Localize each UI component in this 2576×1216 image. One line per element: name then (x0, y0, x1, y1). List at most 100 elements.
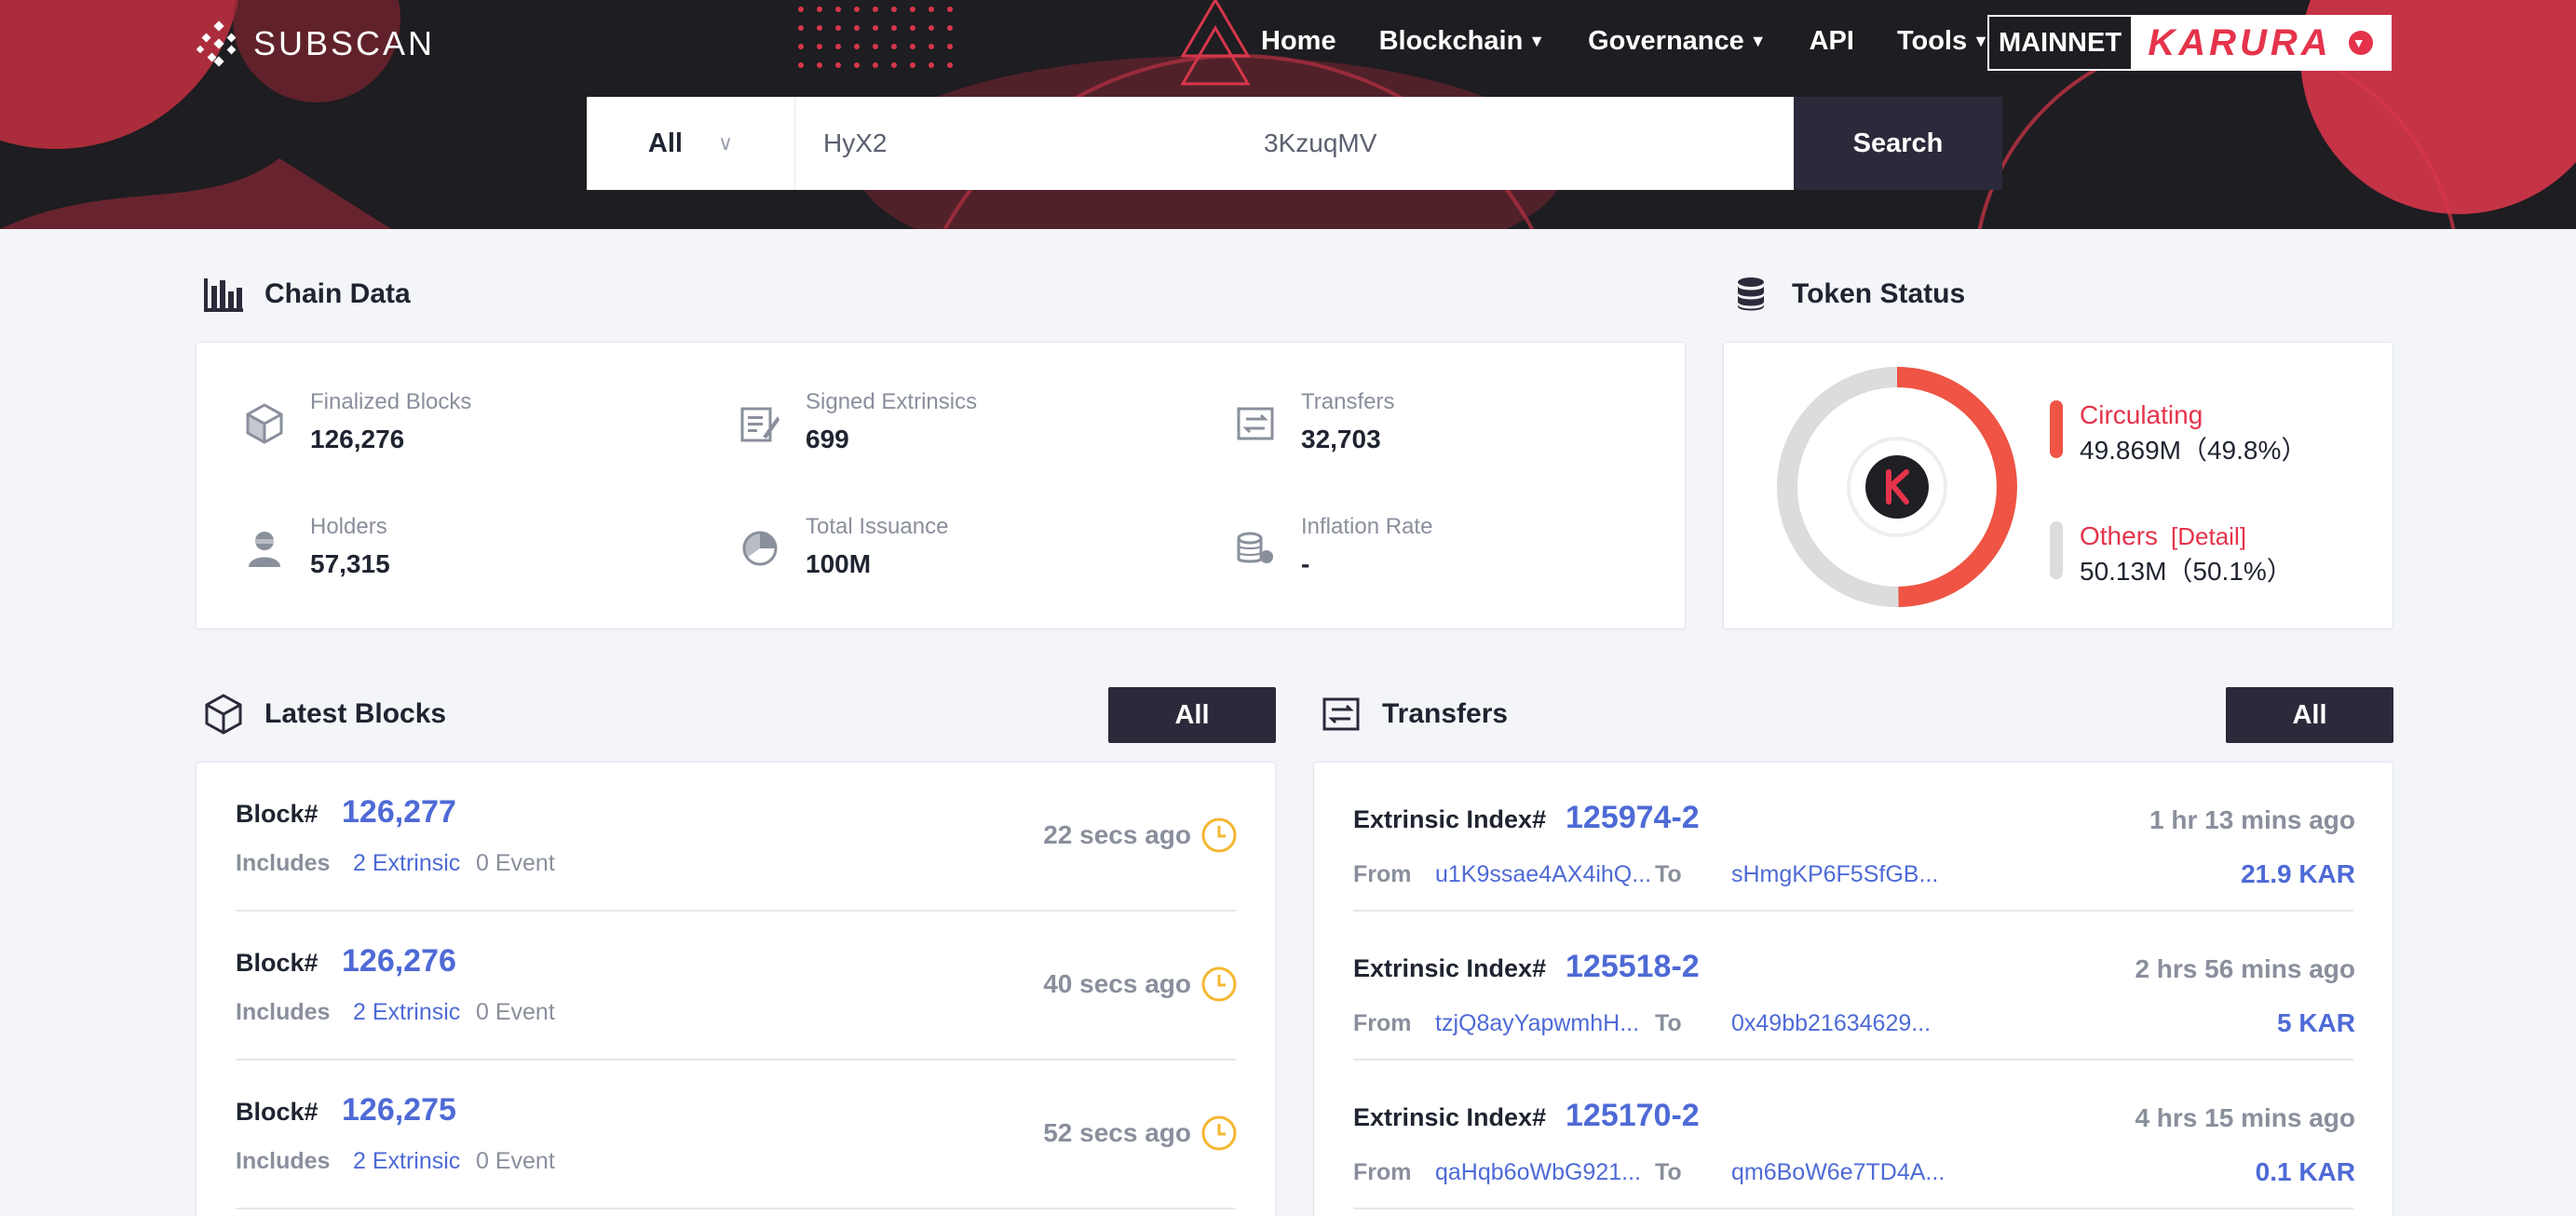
from-label: From (1353, 1159, 1412, 1185)
block-label: Block# (236, 1098, 319, 1126)
extrinsic-index-label: Extrinsic Index# (1353, 1103, 1547, 1131)
to-address-link[interactable]: qm6BoW6e7TD4A... (1731, 1159, 1945, 1186)
block-row[interactable]: Block# 126,277 Includes 2 Extrinsic 0 Ev… (197, 763, 1275, 912)
legend-others-swatch (2050, 521, 2063, 579)
extrinsic-index-link[interactable]: 125518-2 (1566, 949, 1700, 985)
user-icon (243, 527, 286, 570)
legend-circulating-swatch (2050, 400, 2063, 458)
legend-circulating-label: Circulating (2080, 400, 2203, 429)
from-address-link[interactable]: tzjQ8ayYapwmhH... (1435, 1010, 1639, 1037)
logo-text: SUBSCAN (253, 24, 436, 62)
chain-data-title-text: Chain Data (264, 278, 411, 309)
stat-holders: Holders 57,315 (243, 514, 390, 579)
subscan-logo[interactable]: SUBSCAN (196, 20, 435, 67)
transfer-row[interactable]: Extrinsic Index# 125170-2 4 hrs 15 mins … (1314, 1061, 2393, 1209)
transfer-time-ago: 4 hrs 15 mins ago (2135, 1103, 2355, 1132)
transfer-amount: 21.9 KAR (2241, 859, 2355, 888)
block-number-link[interactable]: 126,277 (342, 794, 456, 831)
search-filter-select[interactable]: All ∨ (587, 97, 795, 190)
search-bar: All ∨ Search (587, 97, 2002, 190)
stat-value[interactable]: 57,315 (310, 549, 390, 579)
stat-finalized-blocks: Finalized Blocks 126,276 (243, 389, 471, 454)
nav-governance[interactable]: Governance ▼ (1588, 26, 1766, 57)
extrinsic-index-link[interactable]: 125974-2 (1566, 800, 1700, 836)
legend-others-value: 50.13M（50.1%） (2080, 557, 2293, 586)
extrinsic-index-link[interactable]: 125170-2 (1566, 1098, 1700, 1134)
stat-label: Finalized Blocks (310, 389, 472, 414)
transfers-title-text: Transfers (1382, 698, 1509, 729)
transfer-icon (1321, 694, 1362, 735)
block-number-link[interactable]: 126,276 (342, 943, 456, 980)
transfer-row[interactable]: Extrinsic Index# 125974-2 1 hr 13 mins a… (1314, 763, 2393, 912)
clock-icon (1201, 966, 1237, 1002)
transfer-amount: 5 KAR (2276, 1008, 2355, 1037)
legend-others-label: Others (2080, 521, 2159, 550)
stat-label: Total Issuance (806, 514, 949, 539)
main-nav: Home Blockchain ▼ Governance ▼ API Tools ▼ (1261, 26, 2032, 57)
includes-label: Includes (236, 999, 331, 1025)
legend-others: Others [Detail] 50.13M（50.1%） (2050, 521, 2293, 588)
transfer-amount: 0.1 KAR (2255, 1157, 2355, 1186)
transfers-all-button[interactable]: All (2226, 687, 2393, 743)
nav-api[interactable]: API (1810, 26, 1854, 57)
cube-outline-icon (203, 694, 244, 735)
dropdown-icon[interactable]: ▼ (2348, 31, 2373, 55)
extrinsic-index-label: Extrinsic Index# (1353, 805, 1547, 833)
to-address-link[interactable]: 0x49bb21634629... (1731, 1010, 1931, 1037)
token-donut-chart[interactable] (1767, 357, 2027, 617)
row-divider (236, 1208, 1236, 1209)
nav-tools-label: Tools (1896, 26, 1968, 56)
stat-label: Signed Extrinsics (806, 389, 978, 414)
event-count: 0 Event (476, 1148, 555, 1174)
block-number-link[interactable]: 126,275 (342, 1092, 456, 1128)
transfer-row[interactable]: Extrinsic Index# 125518-2 2 hrs 56 mins … (1314, 912, 2393, 1061)
extrinsic-link[interactable]: 2 Extrinsic (353, 850, 460, 877)
transfer-time-ago: 2 hrs 56 mins ago (2135, 954, 2355, 983)
database-icon (1730, 274, 1771, 315)
row-divider (1353, 1208, 2353, 1209)
search-button[interactable]: Search (1794, 97, 2002, 190)
pie-icon (739, 527, 781, 570)
from-label: From (1353, 861, 1412, 887)
stat-value[interactable]: 126,276 (310, 425, 471, 454)
stat-value[interactable]: 32,703 (1301, 425, 1394, 454)
from-address-link[interactable]: u1K9ssae4AX4ihQ... (1435, 861, 1651, 888)
event-count: 0 Event (476, 850, 555, 876)
nav-tools[interactable]: Tools ▼ (1897, 26, 1989, 57)
from-address-link[interactable]: qaHqb6oWbG921... (1435, 1159, 1641, 1186)
search-input[interactable] (795, 97, 1794, 190)
legend-circulating-value: 49.869M（49.8%） (2080, 436, 2308, 465)
stat-value[interactable]: 699 (806, 425, 977, 454)
token-status-title-text: Token Status (1792, 278, 1966, 309)
transfers-title: Transfers (1321, 694, 1508, 735)
extrinsic-link[interactable]: 2 Extrinsic (353, 1148, 460, 1175)
chain-data-title: Chain Data (203, 274, 411, 315)
network-label: MAINNET (1989, 17, 2131, 69)
network-brand: KARURA ▼ (2131, 17, 2390, 69)
coins-icon (1234, 527, 1277, 570)
network-brand-text: KARURA (2148, 21, 2332, 63)
cube-icon (243, 402, 286, 445)
includes-label: Includes (236, 1148, 331, 1174)
event-count: 0 Event (476, 999, 555, 1025)
to-label: To (1655, 1159, 1682, 1185)
block-label: Block# (236, 949, 319, 977)
stat-transfers: Transfers 32,703 (1234, 389, 1394, 454)
stat-value[interactable]: 100M (806, 549, 948, 579)
transfer-time-ago: 1 hr 13 mins ago (2149, 805, 2355, 834)
block-row[interactable]: Block# 126,275 Includes 2 Extrinsic 0 Ev… (197, 1061, 1275, 1209)
caret-down-icon: ▼ (1528, 32, 1546, 50)
token-status-title: Token Status (1730, 274, 1965, 315)
stat-inflation-rate: Inflation Rate - (1234, 514, 1432, 579)
others-detail-link[interactable]: [Detail] (2171, 522, 2246, 550)
extrinsic-link[interactable]: 2 Extrinsic (353, 999, 460, 1026)
nav-home[interactable]: Home (1261, 26, 1336, 57)
block-row[interactable]: Block# 126,276 Includes 2 Extrinsic 0 Ev… (197, 912, 1275, 1061)
blocks-all-button[interactable]: All (1108, 687, 1276, 743)
signed-doc-icon (739, 402, 781, 445)
network-switcher[interactable]: MAINNET KARURA ▼ (1987, 15, 2392, 71)
nav-blockchain[interactable]: Blockchain ▼ (1379, 26, 1546, 57)
to-address-link[interactable]: sHmgKP6F5SfGB... (1731, 861, 1938, 888)
stat-label: Inflation Rate (1301, 514, 1433, 539)
clock-icon (1201, 817, 1237, 853)
